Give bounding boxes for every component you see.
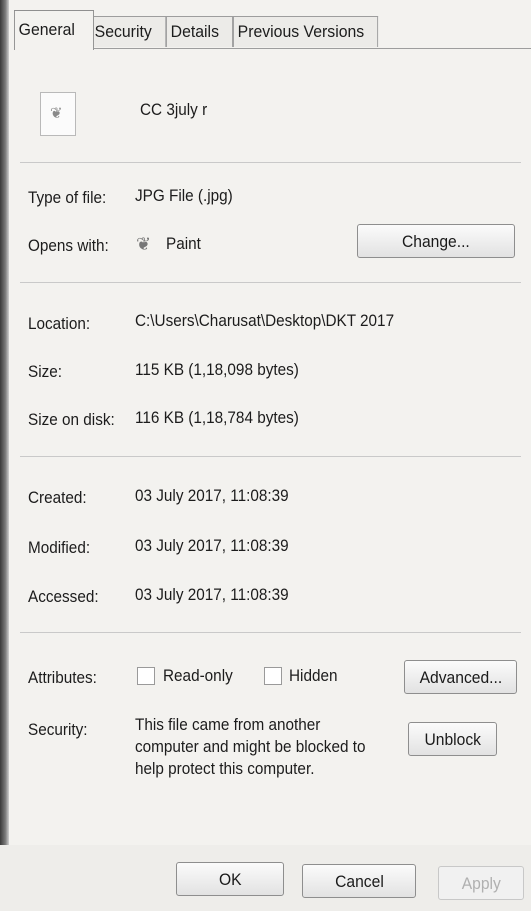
size-on-disk-value: 116 KB (1,18,784 bytes) <box>135 408 299 427</box>
tab-security-label: Security <box>94 22 152 41</box>
change-button[interactable]: Change... <box>357 224 515 258</box>
file-name: CC 3july r <box>140 100 208 119</box>
cancel-button[interactable]: Cancel <box>302 864 416 898</box>
image-file-icon: ❦ <box>40 92 76 136</box>
separator <box>20 456 521 457</box>
tab-security[interactable]: Security <box>90 16 167 47</box>
size-on-disk-label: Size on disk: <box>28 410 115 429</box>
window-edge <box>0 0 9 911</box>
tab-previous-versions-label: Previous Versions <box>237 22 365 41</box>
apply-button-label: Apply <box>461 874 501 893</box>
unblock-button-label: Unblock <box>424 730 481 749</box>
separator <box>20 632 521 633</box>
opens-with-value: Paint <box>166 234 201 253</box>
tab-general-label: General <box>18 20 75 39</box>
opens-with-label: Opens with: <box>28 236 109 255</box>
created-label: Created: <box>28 488 87 507</box>
attributes-label: Attributes: <box>28 668 97 687</box>
readonly-checkbox[interactable] <box>137 667 155 685</box>
separator <box>20 162 521 163</box>
modified-value: 03 July 2017, 11:08:39 <box>135 536 289 555</box>
hidden-checkbox[interactable] <box>264 667 282 685</box>
advanced-button[interactable]: Advanced... <box>404 660 517 694</box>
location-label: Location: <box>28 314 91 333</box>
apply-button[interactable]: Apply <box>438 866 524 900</box>
paint-app-icon: ❦ <box>136 234 152 254</box>
accessed-value: 03 July 2017, 11:08:39 <box>135 585 289 604</box>
accessed-label: Accessed: <box>28 587 99 606</box>
security-label: Security: <box>28 720 88 739</box>
created-value: 03 July 2017, 11:08:39 <box>135 486 289 505</box>
unblock-button[interactable]: Unblock <box>408 722 497 756</box>
change-button-label: Change... <box>402 232 470 251</box>
type-value: JPG File (.jpg) <box>135 186 233 205</box>
tab-previous-versions[interactable]: Previous Versions <box>233 16 379 47</box>
readonly-label: Read-only <box>163 666 233 685</box>
tab-general[interactable]: General <box>14 10 94 50</box>
ok-button-label: OK <box>218 870 242 889</box>
ok-button[interactable]: OK <box>176 862 284 896</box>
security-message: This file came from another computer and… <box>135 715 366 778</box>
size-value: 115 KB (1,18,098 bytes) <box>135 360 299 379</box>
advanced-button-label: Advanced... <box>419 668 502 687</box>
tab-details[interactable]: Details <box>166 16 233 47</box>
location-value: C:\Users\Charusat\Desktop\DKT 2017 <box>135 311 395 330</box>
size-label: Size: <box>28 362 63 381</box>
type-label: Type of file: <box>28 188 107 207</box>
cancel-button-label: Cancel <box>334 872 384 891</box>
separator <box>20 282 521 283</box>
tab-details-label: Details <box>170 22 219 41</box>
hidden-label: Hidden <box>289 666 338 685</box>
modified-label: Modified: <box>28 538 91 557</box>
